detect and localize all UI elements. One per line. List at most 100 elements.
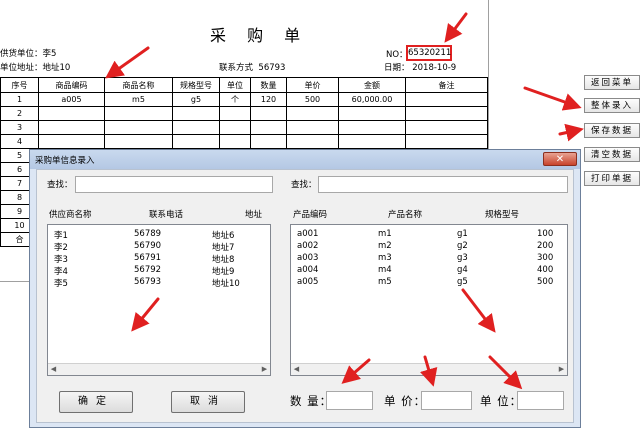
unit-input[interactable]: [517, 391, 564, 410]
table-cell[interactable]: [286, 120, 339, 135]
table-cell[interactable]: [172, 106, 220, 121]
product-list-cell[interactable]: g1: [457, 229, 468, 239]
column-header: 序号: [0, 77, 39, 93]
supplier-list-cell[interactable]: 地址7: [212, 241, 234, 253]
table-cell[interactable]: [250, 134, 287, 149]
supplier-row: 供货单位：李5: [0, 47, 56, 59]
supplier-list-cell[interactable]: 56792: [134, 265, 161, 275]
product-list-cell[interactable]: m4: [378, 265, 392, 275]
supplier-list-cell[interactable]: 李2: [54, 241, 68, 253]
supplier-list-scrollbar[interactable]: ◀ ▶: [48, 363, 270, 375]
product-list-cell[interactable]: m1: [378, 229, 392, 239]
product-search-input[interactable]: [318, 176, 568, 193]
table-cell[interactable]: [172, 120, 220, 135]
product-list[interactable]: ◀ ▶ a001 m1 g1 100 a002 m2 g2 200 a003 m3 g3 300 a00…: [290, 224, 568, 376]
table-cell[interactable]: 500: [286, 92, 339, 107]
supplier-list-cell[interactable]: 李4: [54, 265, 68, 277]
table-cell[interactable]: [104, 134, 173, 149]
confirm-button[interactable]: 确定: [59, 391, 133, 413]
product-list-cell[interactable]: a001: [297, 229, 318, 239]
supplier-list-cell[interactable]: 李1: [54, 229, 68, 241]
supplier-list-cell[interactable]: 56789: [134, 229, 161, 239]
table-cell[interactable]: [250, 120, 287, 135]
table-cell[interactable]: [286, 106, 339, 121]
column-header: 规格型号: [172, 77, 220, 93]
product-list-cell[interactable]: 200: [537, 241, 553, 251]
table-cell[interactable]: a005: [38, 92, 105, 107]
table-row: 3: [0, 120, 488, 135]
side-button[interactable]: 返回菜单: [584, 75, 640, 90]
table-cell[interactable]: g5: [172, 92, 220, 107]
supplier-list-cell[interactable]: 地址8: [212, 253, 234, 265]
product-list-cell[interactable]: 400: [537, 265, 553, 275]
product-list-cell[interactable]: a003: [297, 253, 318, 263]
table-cell: 4: [0, 134, 39, 149]
table-row: 1 a005 m5 g5 个 120 500 60,000.00: [0, 92, 488, 107]
table-cell[interactable]: [38, 134, 105, 149]
table-cell[interactable]: [172, 134, 220, 149]
supplier-list-cell[interactable]: 56790: [134, 241, 161, 251]
scroll-left-icon[interactable]: ◀: [48, 364, 59, 375]
product-list-cell[interactable]: a004: [297, 265, 318, 275]
table-cell[interactable]: [219, 120, 251, 135]
supplier-list-cell[interactable]: 地址10: [212, 277, 240, 289]
product-list-scrollbar[interactable]: ◀ ▶: [291, 363, 567, 375]
table-cell[interactable]: [338, 134, 406, 149]
product-list-cell[interactable]: m2: [378, 241, 392, 251]
supplier-search-input[interactable]: [75, 176, 273, 193]
product-list-cell[interactable]: g2: [457, 241, 468, 251]
table-cell[interactable]: [286, 134, 339, 149]
side-button[interactable]: 打印单据: [584, 171, 640, 186]
supplier-label: 供货单位：: [0, 49, 43, 59]
supplier-list[interactable]: ◀ ▶ 李1 56789 地址6 李2 56790 地址7 李3 56791 地址8 李4 5679…: [47, 224, 271, 376]
product-list-cell[interactable]: g4: [457, 265, 468, 275]
product-list-cell[interactable]: 300: [537, 253, 553, 263]
close-button[interactable]: ✕: [543, 152, 577, 166]
table-cell[interactable]: [405, 92, 488, 107]
supplier-list-cell[interactable]: 李5: [54, 277, 68, 289]
unit-price-label: 单 价：: [384, 394, 427, 408]
table-cell[interactable]: [405, 106, 488, 121]
cancel-button[interactable]: 取消: [171, 391, 245, 413]
product-list-cell[interactable]: m3: [378, 253, 392, 263]
table-cell[interactable]: [104, 106, 173, 121]
product-list-cell[interactable]: a005: [297, 277, 318, 287]
table-cell[interactable]: 120: [250, 92, 287, 107]
product-list-cell[interactable]: m5: [378, 277, 392, 287]
scroll-right-icon[interactable]: ▶: [259, 364, 270, 375]
scroll-left-icon[interactable]: ◀: [291, 364, 302, 375]
dialog-titlebar[interactable]: 采购单信息录入 ✕: [30, 150, 580, 169]
table-cell[interactable]: 60,000.00: [338, 92, 406, 107]
product-list-cell[interactable]: 100: [537, 229, 553, 239]
supplier-list-cell[interactable]: 地址6: [212, 229, 234, 241]
product-list-cell[interactable]: 500: [537, 277, 553, 287]
no-label: NO：: [386, 50, 408, 60]
product-list-cell[interactable]: g5: [457, 277, 468, 287]
table-cell[interactable]: m5: [104, 92, 173, 107]
supplier-list-cell[interactable]: 李3: [54, 253, 68, 265]
table-cell[interactable]: [405, 120, 488, 135]
table-cell[interactable]: 个: [219, 92, 251, 107]
table-cell[interactable]: [38, 120, 105, 135]
side-button[interactable]: 保存数据: [584, 123, 640, 138]
product-list-cell[interactable]: g3: [457, 253, 468, 263]
table-cell[interactable]: [38, 106, 105, 121]
scroll-right-icon[interactable]: ▶: [556, 364, 567, 375]
quantity-input[interactable]: [326, 391, 373, 410]
supplier-list-cell[interactable]: 地址9: [212, 265, 234, 277]
table-cell[interactable]: [104, 120, 173, 135]
column-header: 金额: [338, 77, 406, 93]
table-cell[interactable]: [219, 134, 251, 149]
table-cell[interactable]: [250, 106, 287, 121]
table-cell[interactable]: [338, 106, 406, 121]
table-cell[interactable]: [338, 120, 406, 135]
side-button[interactable]: 清空数据: [584, 147, 640, 162]
date-label: 日期：: [384, 63, 410, 73]
table-cell[interactable]: [405, 134, 488, 149]
side-button[interactable]: 整体录入: [584, 98, 640, 113]
product-list-cell[interactable]: a002: [297, 241, 318, 251]
supplier-list-cell[interactable]: 56791: [134, 253, 161, 263]
supplier-list-cell[interactable]: 56793: [134, 277, 161, 287]
unit-price-input[interactable]: [421, 391, 472, 410]
table-cell[interactable]: [219, 106, 251, 121]
